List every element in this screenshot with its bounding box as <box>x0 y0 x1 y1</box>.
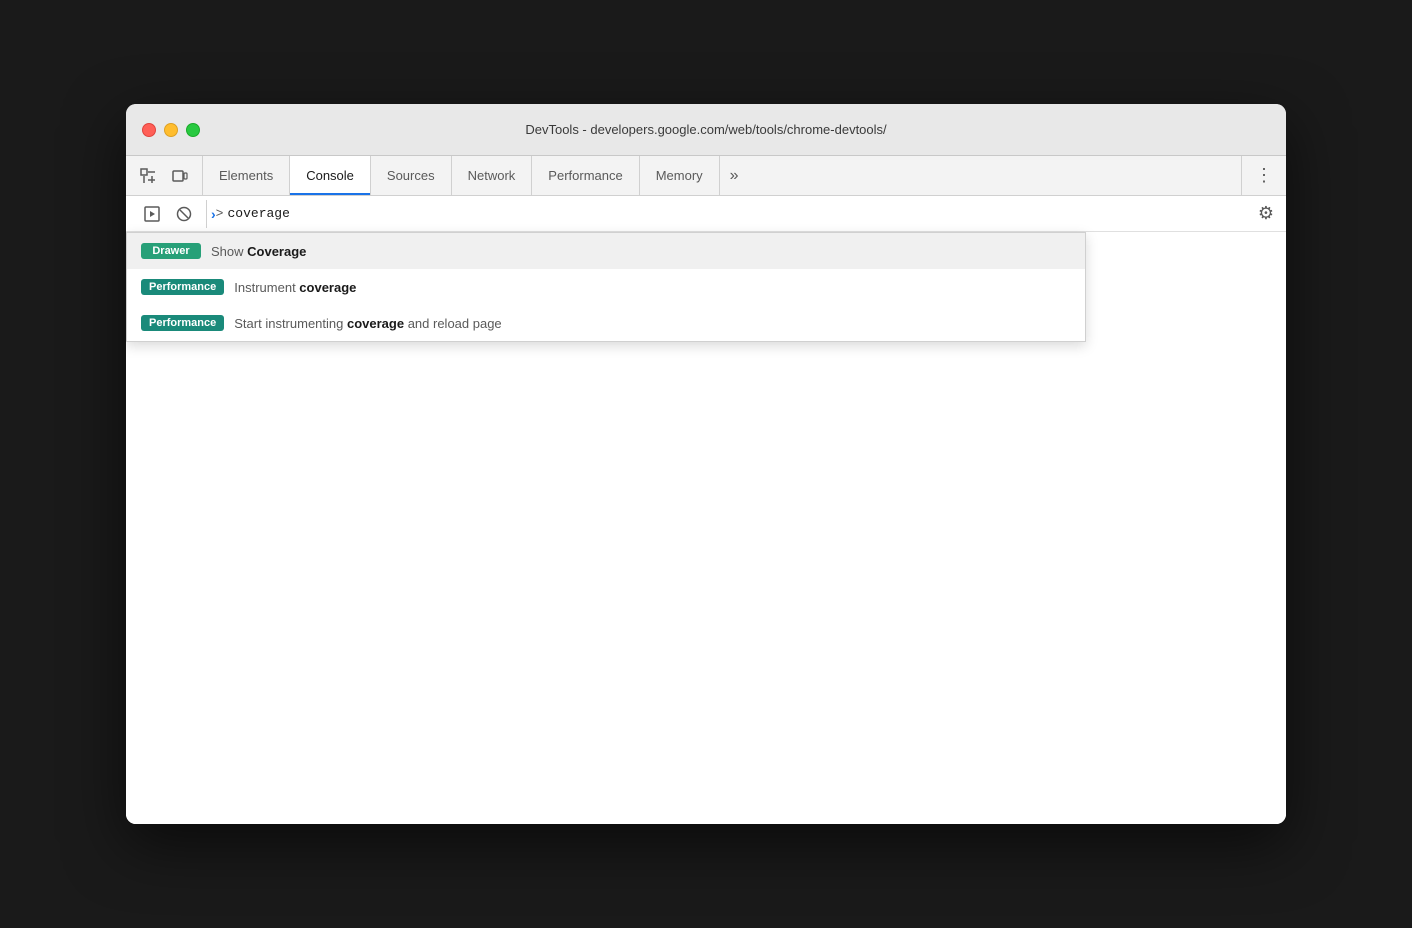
tab-bar-left-controls <box>126 156 203 195</box>
badge-performance-0: Performance <box>141 279 224 295</box>
more-options-button[interactable]: ⋮ <box>1250 162 1278 190</box>
console-settings-button[interactable]: ⚙ <box>1258 203 1274 224</box>
device-toggle-button[interactable] <box>166 162 194 190</box>
tab-console[interactable]: Console <box>290 156 371 195</box>
autocomplete-text-0: Show Coverage <box>211 244 306 259</box>
close-button[interactable] <box>142 123 156 137</box>
autocomplete-item-2[interactable]: Performance Start instrumenting coverage… <box>127 305 1085 341</box>
console-input-row: › > ⚙ <box>126 196 1286 232</box>
title-bar: DevTools - developers.google.com/web/too… <box>126 104 1286 156</box>
autocomplete-item-1[interactable]: Performance Instrument coverage <box>127 269 1085 305</box>
tab-network[interactable]: Network <box>452 156 533 195</box>
clear-console-button[interactable] <box>170 200 198 228</box>
traffic-lights <box>142 123 200 137</box>
badge-drawer: Drawer <box>141 243 201 259</box>
autocomplete-dropdown: Drawer Show Coverage Performance Instrum… <box>126 232 1086 342</box>
tab-bar-right-controls: ⋮ <box>1241 156 1286 195</box>
tab-performance[interactable]: Performance <box>532 156 639 195</box>
run-script-button[interactable] <box>138 200 166 228</box>
tab-elements[interactable]: Elements <box>203 156 290 195</box>
console-prompt: > <box>216 206 224 221</box>
inspect-element-button[interactable] <box>134 162 162 190</box>
minimize-button[interactable] <box>164 123 178 137</box>
more-tabs-button[interactable]: » <box>720 156 749 195</box>
console-area: › > ⚙ Drawer Show Coverage Performance <box>126 196 1286 824</box>
tab-memory[interactable]: Memory <box>640 156 720 195</box>
console-input[interactable] <box>227 206 1257 221</box>
maximize-button[interactable] <box>186 123 200 137</box>
autocomplete-text-2: Start instrumenting coverage and reload … <box>234 316 501 331</box>
badge-performance-1: Performance <box>141 315 224 331</box>
window-title: DevTools - developers.google.com/web/too… <box>525 122 886 137</box>
devtools-panel: Elements Console Sources Network Perform… <box>126 156 1286 824</box>
devtools-window: DevTools - developers.google.com/web/too… <box>126 104 1286 824</box>
autocomplete-item-0[interactable]: Drawer Show Coverage <box>127 233 1085 269</box>
main-tabs: Elements Console Sources Network Perform… <box>203 156 1241 195</box>
tab-bar: Elements Console Sources Network Perform… <box>126 156 1286 196</box>
console-toolbar-left <box>138 200 207 228</box>
tab-sources[interactable]: Sources <box>371 156 452 195</box>
autocomplete-text-1: Instrument coverage <box>234 280 356 295</box>
